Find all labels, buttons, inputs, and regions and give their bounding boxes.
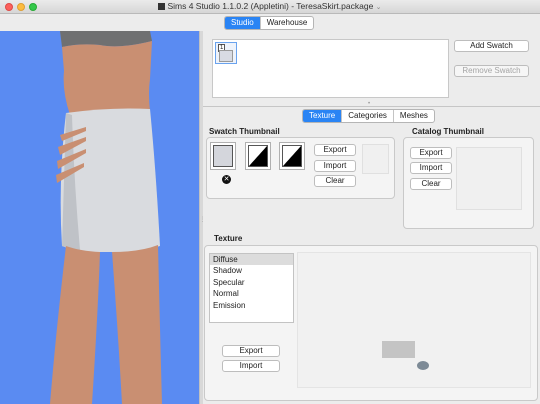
catalog-thumbnail-preview xyxy=(456,147,522,210)
model-preview-viewport[interactable] xyxy=(0,31,199,404)
tab-texture[interactable]: Texture xyxy=(303,110,343,122)
thumbnail-image xyxy=(213,145,233,167)
texture-uv-island xyxy=(382,341,415,358)
swatch-list[interactable]: 1 xyxy=(212,39,449,98)
list-item[interactable]: Shadow xyxy=(210,265,293,276)
swatch-thumbnail-export-button[interactable]: Export xyxy=(314,144,356,156)
catalog-thumbnail-import-button[interactable]: Import xyxy=(410,162,452,174)
thumbnail-image xyxy=(282,145,302,167)
catalog-thumbnail-export-button[interactable]: Export xyxy=(410,147,452,159)
tab-meshes[interactable]: Meshes xyxy=(394,110,434,122)
title-bar: Sims 4 Studio 1.1.0.2 (Appletini) - Tere… xyxy=(0,0,540,14)
remove-swatch-button[interactable]: Remove Swatch xyxy=(454,65,529,77)
catalog-thumbnail-panel: Export Import Clear xyxy=(403,137,534,229)
texture-preview xyxy=(297,252,531,388)
tab-categories[interactable]: Categories xyxy=(342,110,394,122)
texture-export-button[interactable]: Export xyxy=(222,345,280,357)
properties-panel: 1 Add Swatch Remove Swatch • Texture Cat… xyxy=(203,31,540,404)
swatch-thumbnail-heading: Swatch Thumbnail xyxy=(209,127,280,136)
sims4studio-icon xyxy=(158,3,166,10)
swatch-thumbnail-3[interactable] xyxy=(279,142,305,170)
texture-import-button[interactable]: Import xyxy=(222,360,280,372)
catalog-thumbnail-heading: Catalog Thumbnail xyxy=(412,127,484,136)
swatch-thumbnail-clear-button[interactable]: Clear xyxy=(314,175,356,187)
list-item[interactable]: Emission xyxy=(210,300,293,311)
list-item[interactable]: Specular xyxy=(210,277,293,288)
texture-heading: Texture xyxy=(214,234,243,243)
catalog-thumbnail-clear-button[interactable]: Clear xyxy=(410,178,452,190)
swatch-thumbnail-2[interactable] xyxy=(245,142,271,170)
model-right-leg xyxy=(112,245,162,404)
swatch-thumbnail-import-button[interactable]: Import xyxy=(314,160,356,172)
texture-channel-list[interactable]: Diffuse Shadow Specular Normal Emission xyxy=(209,253,294,323)
model-render xyxy=(50,31,162,404)
window-title: Sims 4 Studio 1.1.0.2 (Appletini) - Tere… xyxy=(0,1,540,11)
close-icon[interactable]: ✕ xyxy=(222,175,231,184)
chevron-down-icon[interactable]: ⌄ xyxy=(376,4,382,11)
swatch-thumbnail-1[interactable] xyxy=(210,142,236,170)
list-item[interactable]: Diffuse xyxy=(210,254,293,266)
texture-uv-island xyxy=(417,361,429,370)
mode-tabs: Studio Warehouse xyxy=(224,16,315,30)
list-item[interactable]: Normal xyxy=(210,288,293,299)
swatch-thumbnail-panel: ✕ Export Import Clear xyxy=(206,137,395,199)
model-torso xyxy=(62,41,152,115)
editor-tabs: Texture Categories Meshes xyxy=(302,109,435,123)
window-title-app: Sims 4 Studio 1.1.0.2 (Appletini) xyxy=(167,1,289,11)
horizontal-splitter[interactable]: • xyxy=(203,101,540,107)
model-left-leg xyxy=(50,246,100,404)
swatch-item[interactable]: 1 xyxy=(215,42,237,64)
swatch-preview xyxy=(219,50,233,62)
swatch-thumbnail-preview xyxy=(362,144,389,174)
texture-panel: Diffuse Shadow Specular Normal Emission … xyxy=(204,245,538,401)
splitter-grip-icon[interactable]: • xyxy=(368,101,370,107)
add-swatch-button[interactable]: Add Swatch xyxy=(454,40,529,52)
tab-warehouse[interactable]: Warehouse xyxy=(261,17,314,29)
window-title-document: TeresaSkirt.package xyxy=(296,1,374,11)
toolbar: Studio Warehouse xyxy=(0,14,540,31)
thumbnail-image xyxy=(248,145,268,167)
tab-studio[interactable]: Studio xyxy=(225,17,261,29)
